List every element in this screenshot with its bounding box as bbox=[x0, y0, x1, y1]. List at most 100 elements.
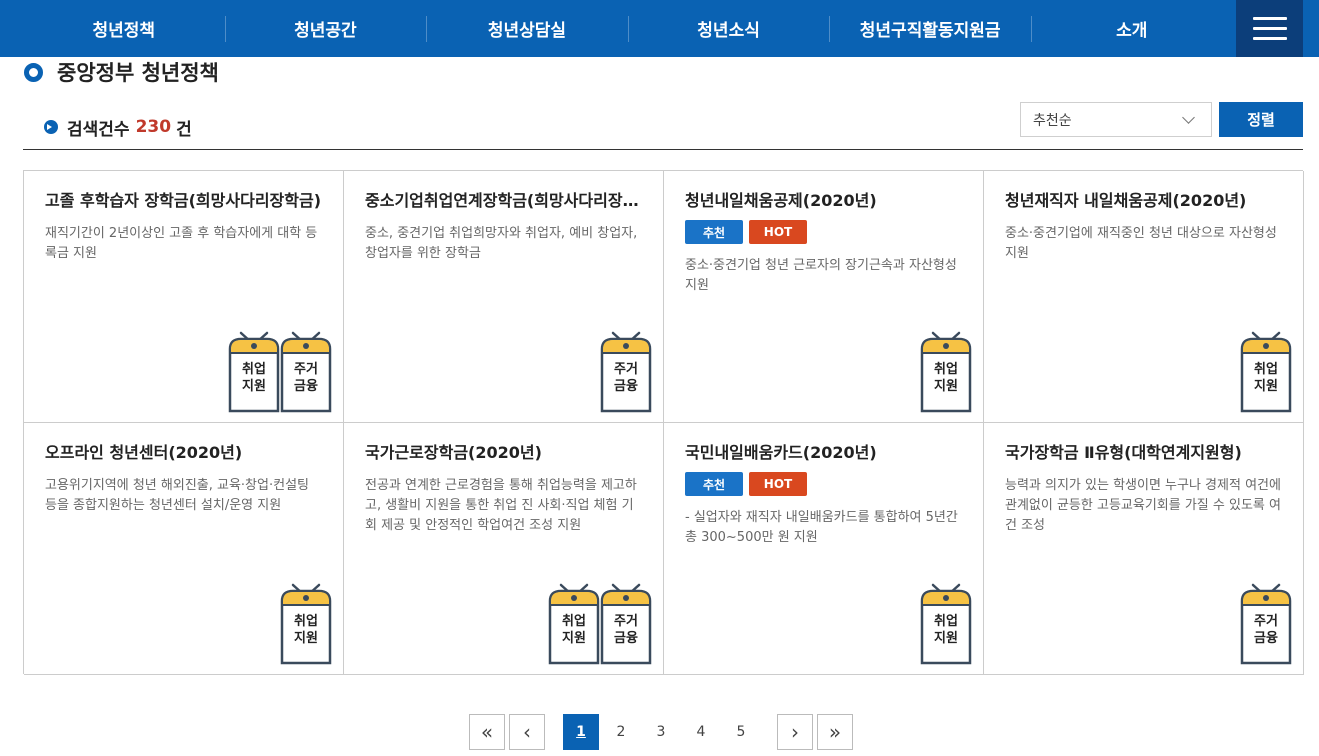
page-title-row: 중앙정부 청년정책 bbox=[24, 58, 219, 86]
result-count-unit: 건 bbox=[176, 119, 192, 140]
hamburger-line bbox=[1252, 17, 1287, 20]
page-number-button[interactable]: 1 bbox=[563, 714, 599, 750]
card-description: 능력과 의지가 있는 학생이면 누구나 경제적 여건에 관계없이 균등한 고등교… bbox=[1005, 478, 1281, 533]
category-tag-line: 지원 bbox=[1254, 379, 1278, 394]
category-tags: 취업 지원 주거 금융 bbox=[547, 579, 653, 665]
result-count-value: 230 bbox=[135, 117, 172, 137]
sort-button[interactable]: 정렬 bbox=[1219, 102, 1303, 137]
category-tag-label: 취업지원 bbox=[1239, 361, 1293, 395]
card-title: 중소기업취업연계장학금(희망사다리장학금) bbox=[365, 191, 641, 210]
policy-card[interactable]: 고졸 후학습자 장학금(희망사다리장학금) 재직기간이 2년이상인 고졸 후 학습… bbox=[24, 171, 344, 423]
category-tag-line: 지원 bbox=[242, 379, 266, 394]
category-tag-line: 취업 bbox=[1254, 362, 1278, 377]
category-tag-line: 지원 bbox=[934, 379, 958, 394]
page-number-button[interactable]: 2 bbox=[603, 714, 639, 750]
category-tag-line: 금융 bbox=[1254, 631, 1278, 646]
card-title: 국가근로장학금(2020년) bbox=[365, 443, 542, 462]
policy-card[interactable]: 청년내일채움공제(2020년) 추천 HOT 중소·중견기업 청년 근로자의 장기근속… bbox=[664, 171, 984, 423]
card-title: 오프라인 청년센터(2020년) bbox=[45, 443, 243, 462]
category-tag-label: 취업지원 bbox=[279, 613, 333, 647]
page-number-button[interactable]: 4 bbox=[683, 714, 719, 750]
policy-card[interactable]: 오프라인 청년센터(2020년) 고용위기지역에 청년 해외진출, 교육·창업·컨… bbox=[24, 423, 344, 675]
prev-page-button[interactable]: ‹ bbox=[509, 714, 545, 750]
card-title: 청년재직자 내일채움공제(2020년) bbox=[1005, 191, 1247, 210]
category-tag-line: 주거 bbox=[614, 362, 638, 377]
category-tag-icon: 취업 지원 bbox=[547, 579, 601, 665]
category-tag-icon: 취업지원 bbox=[919, 327, 973, 413]
page-number-button[interactable]: 3 bbox=[643, 714, 679, 750]
sort-select-value: 추천순 bbox=[1033, 112, 1072, 129]
category-tag-label: 취업지원 bbox=[919, 361, 973, 395]
recommend-badge: 추천 bbox=[685, 220, 743, 244]
category-tag-line: 금융 bbox=[614, 631, 638, 646]
card-description: - 실업자와 재직자 내일배움카드를 통합하여 5년간 총 300~500만 원… bbox=[685, 510, 958, 545]
card-title: 고졸 후학습자 장학금(희망사다리장학금) bbox=[45, 191, 321, 210]
category-tag-icon: 취업지원 bbox=[1239, 327, 1293, 413]
nav-item[interactable]: 청년정책 bbox=[23, 0, 225, 57]
divider bbox=[23, 149, 1303, 150]
category-tag-label: 취업지원 bbox=[919, 613, 973, 647]
category-tag-line: 지원 bbox=[934, 631, 958, 646]
next-page-button[interactable]: › bbox=[777, 714, 813, 750]
card-description: 재직기간이 2년이상인 고졸 후 학습자에게 대학 등록금 지원 bbox=[45, 226, 318, 261]
category-tag-line: 지원 bbox=[562, 631, 586, 646]
category-tag-label: 주거금융 bbox=[599, 613, 653, 647]
category-tag-icon: 취업지원 bbox=[919, 579, 973, 665]
first-page-button[interactable]: « bbox=[469, 714, 505, 750]
category-tags: 주거 금융 bbox=[1239, 579, 1293, 665]
nav-menu: 청년정책 청년공간 청년상담실 청년소식 청년구직활동지원금 소개 bbox=[23, 0, 1233, 57]
category-tag-line: 지원 bbox=[294, 631, 318, 646]
category-tag-line: 취업 bbox=[934, 362, 958, 377]
category-tag-icon: 주거금융 bbox=[599, 579, 653, 665]
category-tags: 취업지원 bbox=[919, 579, 973, 665]
category-tag-line: 주거 bbox=[614, 614, 638, 629]
sort-select[interactable]: 추천순 bbox=[1020, 102, 1212, 137]
nav-item[interactable]: 청년상담실 bbox=[426, 0, 628, 57]
category-tags: 취업지원 bbox=[919, 327, 973, 413]
hamburger-menu-icon[interactable] bbox=[1236, 0, 1303, 57]
category-tag-label: 취업 지원 bbox=[547, 613, 601, 647]
nav-item[interactable]: 청년공간 bbox=[224, 0, 427, 57]
page-title: 중앙정부 청년정책 bbox=[57, 61, 219, 85]
last-page-button[interactable]: » bbox=[817, 714, 853, 750]
category-tag-line: 취업 bbox=[294, 614, 318, 629]
card-description: 중소, 중견기업 취업희망자와 취업자, 예비 창업자, 창업자를 위한 장학금 bbox=[365, 226, 638, 261]
recommend-badge: 추천 bbox=[685, 472, 743, 496]
card-badges: 추천 HOT bbox=[685, 472, 961, 496]
result-count-label: 검색건수 bbox=[67, 119, 130, 140]
pagination: «‹ 1 2 3 4 5 ›» bbox=[469, 714, 857, 750]
category-tag-line: 금융 bbox=[614, 379, 638, 394]
category-tag-label: 주거금융 bbox=[599, 361, 653, 395]
category-tags: 취업 지원 주거 금융 bbox=[227, 327, 333, 413]
title-circle-icon bbox=[24, 62, 43, 82]
card-description: 중소·중견기업에 재직중인 청년 대상으로 자산형성 지원 bbox=[1005, 226, 1277, 261]
category-tag-icon: 취업지원 bbox=[279, 579, 333, 665]
card-description: 전공과 연계한 근로경험을 통해 취업능력을 제고하고, 생활비 지원을 통한 … bbox=[365, 478, 637, 533]
category-tag-label: 주거 금융 bbox=[1239, 613, 1293, 647]
category-tag-line: 주거 bbox=[294, 362, 318, 377]
card-description: 중소·중견기업 청년 근로자의 장기근속과 자산형성 지원 bbox=[685, 258, 957, 293]
card-title: 청년내일채움공제(2020년) bbox=[685, 191, 877, 210]
policy-card[interactable]: 청년재직자 내일채움공제(2020년) 중소·중견기업에 재직중인 청년 대상으로… bbox=[984, 171, 1304, 423]
nav-item[interactable]: 소개 bbox=[1030, 0, 1233, 57]
arrow-circle-icon bbox=[44, 120, 58, 134]
category-tag-icon: 주거 금융 bbox=[279, 327, 333, 413]
category-tag-line: 취업 bbox=[242, 362, 266, 377]
nav-item[interactable]: 청년구직활동지원금 bbox=[829, 0, 1031, 57]
policy-card[interactable]: 국가장학금 Ⅱ유형(대학연계지원형) 능력과 의지가 있는 학생이면 누구나 경제… bbox=[984, 423, 1304, 675]
card-title: 국민내일배움카드(2020년) bbox=[685, 443, 877, 462]
category-tag-line: 취업 bbox=[934, 614, 958, 629]
policy-card[interactable]: 중소기업취업연계장학금(희망사다리장학금) 중소, 중견기업 취업희망자와 취업자… bbox=[344, 171, 664, 423]
policy-card[interactable]: 국민내일배움카드(2020년) 추천 HOT - 실업자와 재직자 내일배움카드를 통… bbox=[664, 423, 984, 675]
policy-card[interactable]: 국가근로장학금(2020년) 전공과 연계한 근로경험을 통해 취업능력을 제고하… bbox=[344, 423, 664, 675]
category-tag-label: 취업지원 bbox=[227, 361, 281, 395]
top-navigation: 청년정책 청년공간 청년상담실 청년소식 청년구직활동지원금 소개 bbox=[0, 0, 1319, 57]
page-number-button[interactable]: 5 bbox=[723, 714, 759, 750]
chevron-down-icon bbox=[1182, 111, 1195, 124]
nav-item[interactable]: 청년소식 bbox=[627, 0, 830, 57]
card-description: 고용위기지역에 청년 해외진출, 교육·창업·컨설팅 등을 종합지원하는 청년센… bbox=[45, 478, 309, 513]
category-tags: 주거금융 bbox=[599, 327, 653, 413]
hot-badge: HOT bbox=[749, 472, 807, 496]
category-tags: 취업지원 bbox=[1239, 327, 1293, 413]
hot-badge: HOT bbox=[749, 220, 807, 244]
